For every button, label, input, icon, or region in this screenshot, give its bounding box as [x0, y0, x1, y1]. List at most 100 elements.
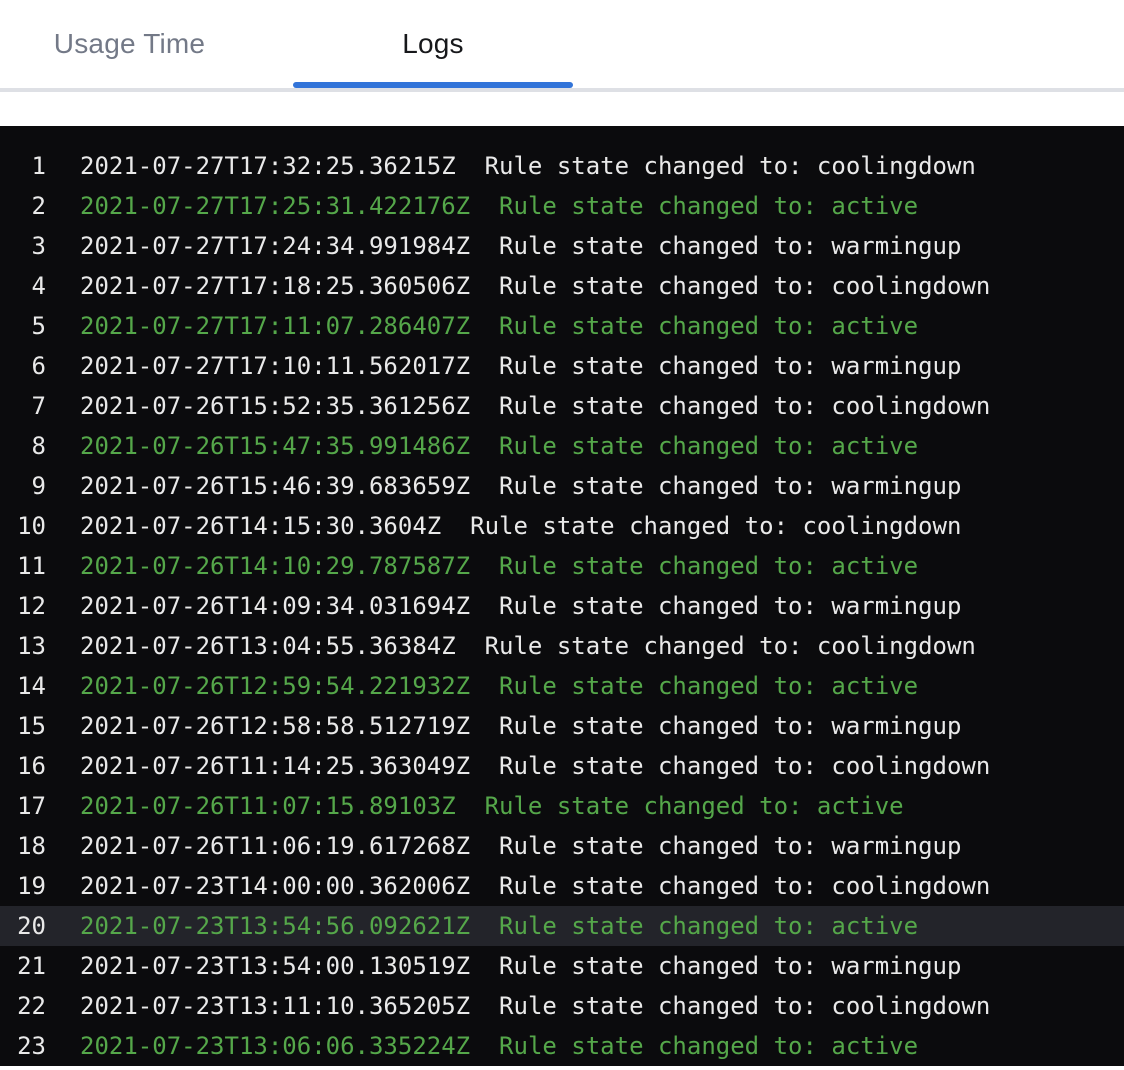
- log-line-content: 2021-07-26T11:14:25.363049Z Rule state c…: [80, 752, 990, 780]
- line-number: 23: [0, 1032, 46, 1060]
- log-line-content: 2021-07-26T14:09:34.031694Z Rule state c…: [80, 592, 961, 620]
- log-message: Rule state changed to: coolingdown: [456, 632, 976, 660]
- log-row[interactable]: 11 2021-07-26T14:10:29.787587Z Rule stat…: [0, 546, 1124, 586]
- log-message: Rule state changed to: active: [470, 1032, 918, 1060]
- log-row[interactable]: 6 2021-07-27T17:10:11.562017Z Rule state…: [0, 346, 1124, 386]
- line-number: 15: [0, 712, 46, 740]
- log-timestamp: 2021-07-26T15:52:35.361256Z: [80, 392, 470, 420]
- log-message: Rule state changed to: active: [470, 432, 918, 460]
- log-message: Rule state changed to: active: [470, 312, 918, 340]
- log-timestamp: 2021-07-23T13:06:06.335224Z: [80, 1032, 470, 1060]
- line-number: 13: [0, 632, 46, 660]
- log-message: Rule state changed to: warmingup: [470, 352, 961, 380]
- log-row[interactable]: 10 2021-07-26T14:15:30.3604Z Rule state …: [0, 506, 1124, 546]
- log-message: Rule state changed to: warmingup: [470, 832, 961, 860]
- log-line-content: 2021-07-26T14:15:30.3604Z Rule state cha…: [80, 512, 961, 540]
- log-row[interactable]: 21 2021-07-23T13:54:00.130519Z Rule stat…: [0, 946, 1124, 986]
- log-row[interactable]: 15 2021-07-26T12:58:58.512719Z Rule stat…: [0, 706, 1124, 746]
- log-panel: 1 2021-07-27T17:32:25.36215Z Rule state …: [0, 126, 1124, 1066]
- log-row[interactable]: 14 2021-07-26T12:59:54.221932Z Rule stat…: [0, 666, 1124, 706]
- log-line-content: 2021-07-26T12:59:54.221932Z Rule state c…: [80, 672, 918, 700]
- line-number: 18: [0, 832, 46, 860]
- line-number: 4: [0, 272, 46, 300]
- log-row[interactable]: 3 2021-07-27T17:24:34.991984Z Rule state…: [0, 226, 1124, 266]
- log-line-content: 2021-07-27T17:10:11.562017Z Rule state c…: [80, 352, 961, 380]
- line-number: 7: [0, 392, 46, 420]
- log-row[interactable]: 8 2021-07-26T15:47:35.991486Z Rule state…: [0, 426, 1124, 466]
- log-row[interactable]: 18 2021-07-26T11:06:19.617268Z Rule stat…: [0, 826, 1124, 866]
- log-timestamp: 2021-07-23T13:11:10.365205Z: [80, 992, 470, 1020]
- log-message: Rule state changed to: coolingdown: [456, 152, 976, 180]
- line-number: 11: [0, 552, 46, 580]
- tab-usage-time[interactable]: Usage Time: [13, 0, 246, 88]
- log-line-content: 2021-07-27T17:18:25.360506Z Rule state c…: [80, 272, 990, 300]
- log-message: Rule state changed to: warmingup: [470, 712, 961, 740]
- log-message: Rule state changed to: warmingup: [470, 232, 961, 260]
- log-timestamp: 2021-07-26T11:06:19.617268Z: [80, 832, 470, 860]
- line-number: 3: [0, 232, 46, 260]
- log-line-content: 2021-07-23T13:11:10.365205Z Rule state c…: [80, 992, 990, 1020]
- log-timestamp: 2021-07-27T17:18:25.360506Z: [80, 272, 470, 300]
- log-timestamp: 2021-07-23T14:00:00.362006Z: [80, 872, 470, 900]
- tab-logs[interactable]: Logs: [293, 0, 573, 88]
- log-row[interactable]: 5 2021-07-27T17:11:07.286407Z Rule state…: [0, 306, 1124, 346]
- log-row[interactable]: 9 2021-07-26T15:46:39.683659Z Rule state…: [0, 466, 1124, 506]
- log-timestamp: 2021-07-26T13:04:55.36384Z: [80, 632, 456, 660]
- log-timestamp: 2021-07-23T13:54:56.092621Z: [80, 912, 470, 940]
- line-number: 2: [0, 192, 46, 220]
- log-line-content: 2021-07-23T14:00:00.362006Z Rule state c…: [80, 872, 990, 900]
- log-message: Rule state changed to: coolingdown: [470, 272, 990, 300]
- log-message: Rule state changed to: active: [456, 792, 904, 820]
- log-message: Rule state changed to: warmingup: [470, 592, 961, 620]
- log-line-content: 2021-07-23T13:54:56.092621Z Rule state c…: [80, 912, 918, 940]
- log-timestamp: 2021-07-27T17:10:11.562017Z: [80, 352, 470, 380]
- log-row[interactable]: 2 2021-07-27T17:25:31.422176Z Rule state…: [0, 186, 1124, 226]
- log-row[interactable]: 16 2021-07-26T11:14:25.363049Z Rule stat…: [0, 746, 1124, 786]
- log-row[interactable]: 13 2021-07-26T13:04:55.36384Z Rule state…: [0, 626, 1124, 666]
- log-line-content: 2021-07-26T15:47:35.991486Z Rule state c…: [80, 432, 918, 460]
- tab-logs-label: Logs: [402, 28, 464, 60]
- log-line-content: 2021-07-26T11:06:19.617268Z Rule state c…: [80, 832, 961, 860]
- line-number: 16: [0, 752, 46, 780]
- log-line-content: 2021-07-27T17:25:31.422176Z Rule state c…: [80, 192, 918, 220]
- log-timestamp: 2021-07-27T17:11:07.286407Z: [80, 312, 470, 340]
- log-row[interactable]: 1 2021-07-27T17:32:25.36215Z Rule state …: [0, 146, 1124, 186]
- line-number: 5: [0, 312, 46, 340]
- log-timestamp: 2021-07-26T11:14:25.363049Z: [80, 752, 470, 780]
- log-row[interactable]: 17 2021-07-26T11:07:15.89103Z Rule state…: [0, 786, 1124, 826]
- line-number: 12: [0, 592, 46, 620]
- log-timestamp: 2021-07-26T11:07:15.89103Z: [80, 792, 456, 820]
- log-row[interactable]: 23 2021-07-23T13:06:06.335224Z Rule stat…: [0, 1026, 1124, 1066]
- log-line-content: 2021-07-27T17:24:34.991984Z Rule state c…: [80, 232, 961, 260]
- log-row[interactable]: 7 2021-07-26T15:52:35.361256Z Rule state…: [0, 386, 1124, 426]
- log-line-content: 2021-07-26T15:46:39.683659Z Rule state c…: [80, 472, 961, 500]
- log-timestamp: 2021-07-26T12:59:54.221932Z: [80, 672, 470, 700]
- log-message: Rule state changed to: active: [470, 192, 918, 220]
- log-line-content: 2021-07-27T17:32:25.36215Z Rule state ch…: [80, 152, 976, 180]
- log-row[interactable]: 22 2021-07-23T13:11:10.365205Z Rule stat…: [0, 986, 1124, 1026]
- log-timestamp: 2021-07-26T14:15:30.3604Z: [80, 512, 441, 540]
- log-message: Rule state changed to: warmingup: [470, 472, 961, 500]
- log-line-content: 2021-07-26T11:07:15.89103Z Rule state ch…: [80, 792, 904, 820]
- line-number: 6: [0, 352, 46, 380]
- tab-bar: Usage Time Logs: [0, 0, 1124, 92]
- log-message: Rule state changed to: active: [470, 672, 918, 700]
- log-row[interactable]: 12 2021-07-26T14:09:34.031694Z Rule stat…: [0, 586, 1124, 626]
- log-row[interactable]: 20 2021-07-23T13:54:56.092621Z Rule stat…: [0, 906, 1124, 946]
- line-number: 21: [0, 952, 46, 980]
- log-line-content: 2021-07-26T12:58:58.512719Z Rule state c…: [80, 712, 961, 740]
- tab-usage-time-label: Usage Time: [54, 28, 205, 60]
- log-line-content: 2021-07-23T13:54:00.130519Z Rule state c…: [80, 952, 961, 980]
- log-timestamp: 2021-07-26T14:09:34.031694Z: [80, 592, 470, 620]
- log-timestamp: 2021-07-27T17:25:31.422176Z: [80, 192, 470, 220]
- log-row[interactable]: 19 2021-07-23T14:00:00.362006Z Rule stat…: [0, 866, 1124, 906]
- line-number: 22: [0, 992, 46, 1020]
- log-row[interactable]: 4 2021-07-27T17:18:25.360506Z Rule state…: [0, 266, 1124, 306]
- log-message: Rule state changed to: active: [470, 912, 918, 940]
- line-number: 19: [0, 872, 46, 900]
- line-number: 9: [0, 472, 46, 500]
- log-message: Rule state changed to: coolingdown: [470, 752, 990, 780]
- line-number: 17: [0, 792, 46, 820]
- log-message: Rule state changed to: coolingdown: [470, 992, 990, 1020]
- log-line-content: 2021-07-26T14:10:29.787587Z Rule state c…: [80, 552, 918, 580]
